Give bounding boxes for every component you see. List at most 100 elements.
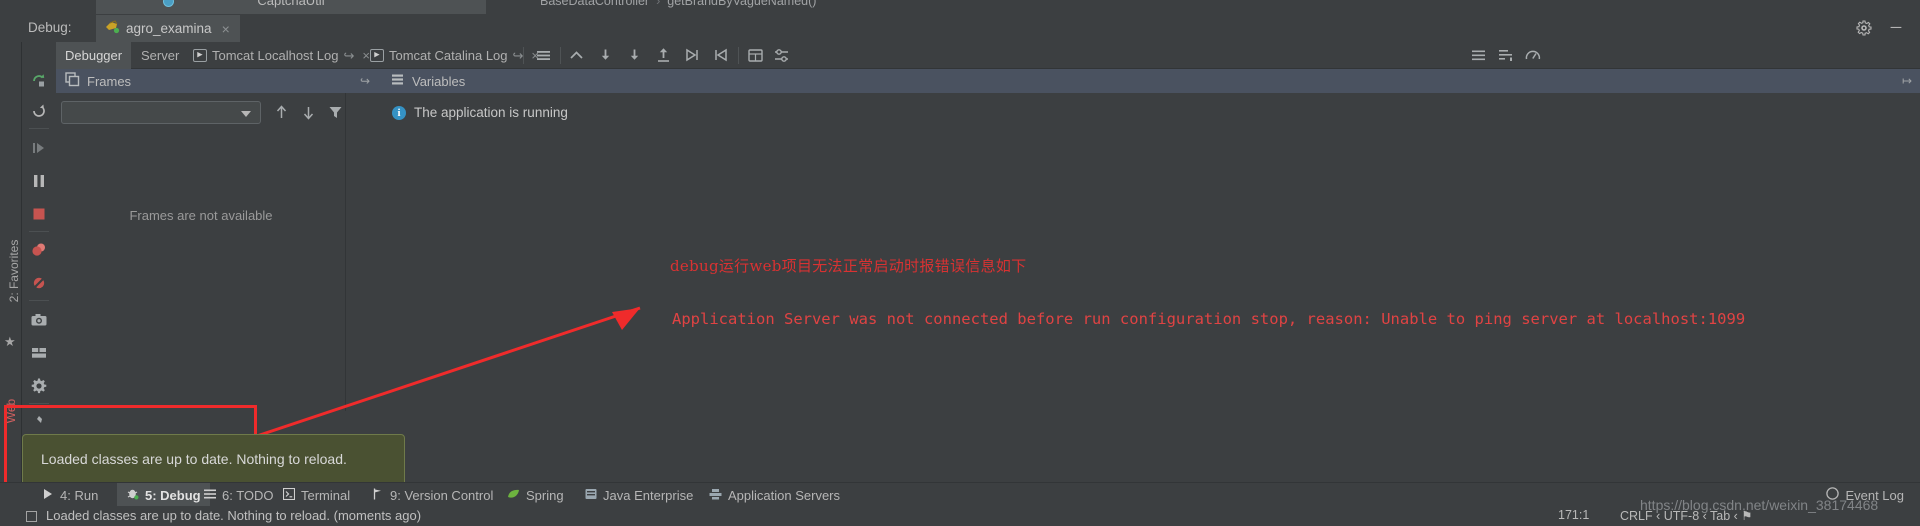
- variables-panel-header[interactable]: ↪ Variables ↦: [346, 69, 1920, 93]
- tab-debugger-label: Debugger: [65, 48, 123, 63]
- tab-tomcat-localhost-log-label: Tomcat Localhost Log: [212, 48, 339, 63]
- app-servers-icon: [709, 488, 722, 503]
- run-configuration-tab[interactable]: agro_examina ×: [96, 15, 240, 42]
- variables-panel-title: Variables: [412, 73, 466, 89]
- frames-panel-body: Frames are not available: [56, 93, 346, 411]
- application-running-row: i The application is running: [392, 105, 568, 120]
- tab-tomcat-catalina-log[interactable]: ▶ Tomcat Catalina Log ↪ ×: [361, 42, 548, 69]
- divider: [29, 231, 49, 232]
- variables-panel-body: i The application is running: [346, 93, 1920, 411]
- bottom-button-debug-label: 5: Debug: [145, 487, 201, 503]
- mute-breakpoints-button[interactable]: [22, 267, 56, 298]
- minimize-icon[interactable]: ─: [1888, 20, 1904, 36]
- checkbox-icon[interactable]: [26, 511, 37, 522]
- divider: [738, 47, 739, 64]
- caret-position[interactable]: 171:1: [1558, 508, 1589, 522]
- step-over-icon[interactable]: [597, 47, 614, 64]
- run-configuration-name: agro_examina: [126, 21, 212, 36]
- scroll-end-icon[interactable]: [1497, 47, 1514, 64]
- layout-icon: [32, 347, 46, 358]
- spring-leaf-icon: [507, 488, 520, 503]
- breadcrumb-separator: ›: [656, 0, 661, 8]
- step-into-icon[interactable]: [626, 47, 643, 64]
- run-to-cursor-icon[interactable]: [684, 47, 701, 64]
- todo-icon: [204, 488, 216, 503]
- branch-icon: [372, 488, 384, 503]
- detach-icon[interactable]: ↪: [343, 48, 354, 64]
- editor-tab-title[interactable]: CaptchaUtil: [96, 0, 486, 9]
- wrap-icon[interactable]: [1470, 47, 1487, 64]
- star-icon: ★: [4, 334, 16, 349]
- divider: [560, 47, 561, 64]
- bottom-button-java-enterprise-label: Java Enterprise: [603, 487, 694, 503]
- resume-program-icon: [33, 142, 44, 153]
- bottom-button-todo[interactable]: 6: TODO: [195, 483, 283, 507]
- resume-program-button[interactable]: [22, 132, 56, 163]
- bottom-button-spring-label: Spring: [526, 487, 564, 503]
- debug-window-label: Debug:: [28, 20, 72, 35]
- calculator-icon[interactable]: [747, 47, 764, 64]
- bottom-button-java-enterprise[interactable]: Java Enterprise: [576, 483, 702, 507]
- status-bar: Loaded classes are up to date. Nothing t…: [0, 506, 1920, 526]
- gear-icon[interactable]: [1856, 20, 1872, 36]
- gear-icon: [31, 378, 47, 393]
- view-breakpoints-button[interactable]: [22, 234, 56, 265]
- tomcat-icon: [104, 18, 120, 39]
- watermark-url: https://blog.csdn.net/weixin_38174468: [1640, 497, 1879, 513]
- bottom-button-spring[interactable]: Spring: [498, 483, 573, 507]
- screenshot-button[interactable]: [22, 304, 56, 335]
- filter-frames-button[interactable]: [327, 104, 344, 121]
- breakpoints-icon: [32, 243, 45, 256]
- force-step-into-icon[interactable]: [655, 47, 672, 64]
- tab-debugger[interactable]: Debugger: [56, 42, 132, 69]
- debug-window-titlebar: Debug: agro_examina × ─: [0, 14, 1920, 42]
- stop-icon: [33, 208, 45, 219]
- run-icon: [42, 488, 54, 503]
- detach-icon[interactable]: ↪: [513, 48, 524, 64]
- stop-button[interactable]: [22, 198, 56, 229]
- bottom-button-terminal-label: Terminal: [301, 487, 351, 503]
- gauge-icon[interactable]: [1524, 47, 1541, 64]
- restart-button[interactable]: [22, 95, 56, 126]
- breadcrumb-method[interactable]: getBrandByVagueNamed(): [667, 0, 816, 8]
- reload-balloon: Loaded classes are up to date. Nothing t…: [22, 434, 405, 488]
- annotation-error-text: Application Server was not connected bef…: [672, 310, 1746, 328]
- bottom-button-version-control[interactable]: 9: Version Control: [363, 483, 502, 507]
- rerun-button[interactable]: [22, 64, 56, 95]
- camera-icon: [31, 313, 47, 325]
- detach-icon[interactable]: ↪: [360, 74, 370, 88]
- lines-icon[interactable]: [535, 47, 552, 64]
- tab-tomcat-localhost-log[interactable]: ▶ Tomcat Localhost Log ↪ ×: [184, 42, 379, 69]
- divider: [29, 128, 49, 129]
- bottom-button-application-servers-label: Application Servers: [728, 487, 840, 503]
- close-icon[interactable]: ×: [218, 21, 230, 37]
- pause-program-button[interactable]: [22, 165, 56, 196]
- variables-icon: [390, 72, 405, 90]
- chevron-down-icon: [241, 111, 251, 117]
- tab-server[interactable]: Server: [132, 42, 188, 69]
- frames-panel-header[interactable]: Frames: [56, 69, 346, 93]
- bottom-button-terminal[interactable]: Terminal: [274, 483, 359, 507]
- settings-button[interactable]: [22, 370, 56, 401]
- step-out-icon[interactable]: [568, 47, 585, 64]
- bottom-button-run[interactable]: 4: Run: [33, 483, 107, 507]
- frames-empty-message: Frames are not available: [129, 208, 273, 223]
- sliders-icon[interactable]: [773, 47, 790, 64]
- pause-program-icon: [34, 174, 44, 187]
- tab-server-label: Server: [141, 48, 180, 63]
- divider: [523, 47, 524, 64]
- frame-down-button[interactable]: [300, 104, 317, 121]
- restart-icon: [33, 104, 45, 117]
- favorites-label: 2: Favorites: [7, 239, 21, 303]
- layout-button[interactable]: [22, 337, 56, 368]
- breadcrumb: BaseDataController › getBrandByVagueNamed(…: [540, 0, 816, 9]
- annotation-chinese-note: debug运行web项目无法正常启动时报错误信息如下: [670, 257, 1027, 275]
- collapse-panel-icon[interactable]: ↦: [1902, 74, 1912, 88]
- frame-up-button[interactable]: [273, 104, 290, 121]
- thread-selector[interactable]: [61, 101, 261, 124]
- breadcrumb-class[interactable]: BaseDataController: [540, 0, 649, 8]
- frames-panel-title: Frames: [87, 73, 132, 89]
- divider: [29, 300, 49, 301]
- bottom-button-application-servers[interactable]: Application Servers: [700, 483, 849, 507]
- run-to-cursor-alt-icon[interactable]: [713, 47, 730, 64]
